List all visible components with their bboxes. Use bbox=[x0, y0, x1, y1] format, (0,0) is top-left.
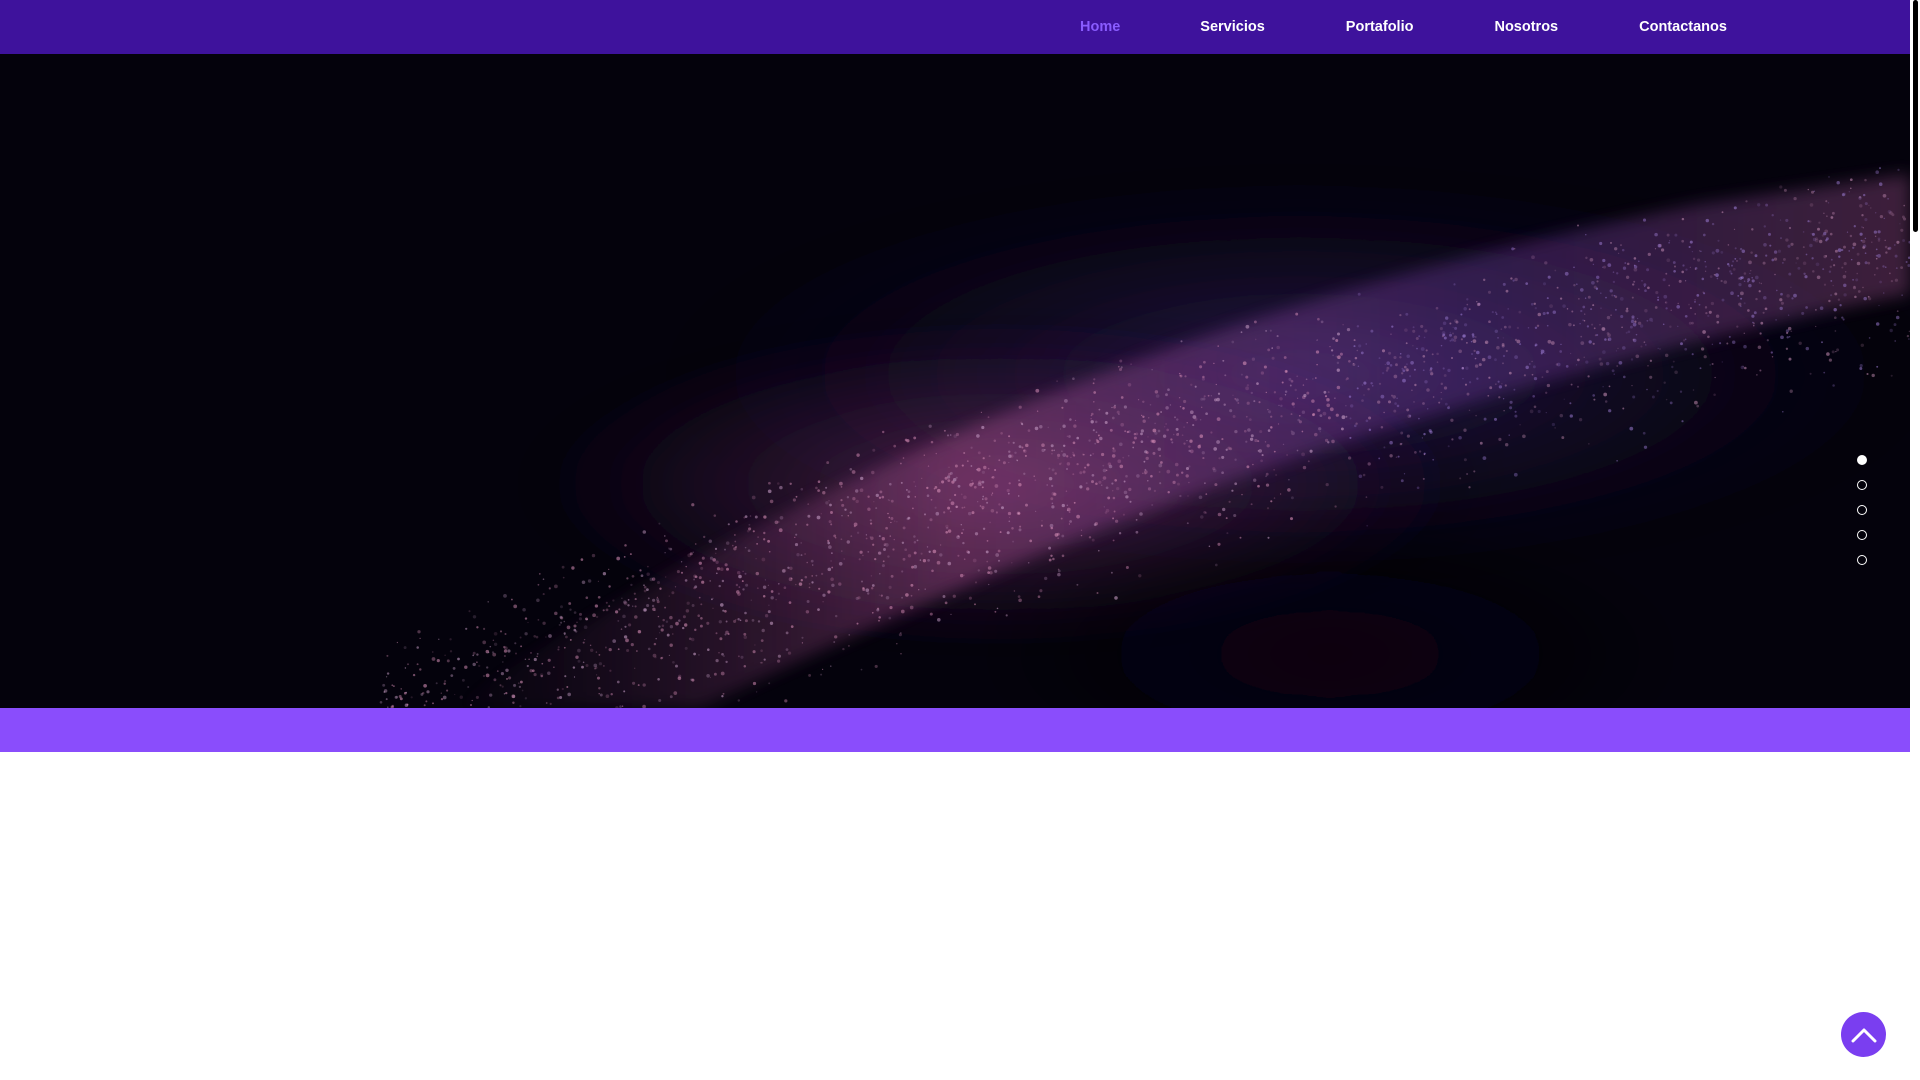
nav-item-contactanos[interactable]: Contactanos bbox=[1639, 0, 1727, 54]
hero-section bbox=[0, 54, 1910, 708]
section-dots-nav bbox=[1856, 455, 1870, 580]
top-navbar: Home Servicios Portafolio Nosotros Conta… bbox=[0, 0, 1910, 54]
section-dot-5[interactable] bbox=[1857, 555, 1867, 565]
nav-item-nosotros[interactable]: Nosotros bbox=[1494, 0, 1558, 54]
nav-item-portafolio[interactable]: Portafolio bbox=[1346, 0, 1414, 54]
content-area bbox=[0, 752, 1910, 1080]
page: Home Servicios Portafolio Nosotros Conta… bbox=[0, 0, 1920, 1080]
section-dot-1[interactable] bbox=[1857, 455, 1867, 465]
nav-item-servicios[interactable]: Servicios bbox=[1200, 0, 1265, 54]
scrollbar-thumb[interactable] bbox=[1913, 0, 1918, 232]
hero-particle-wave-background bbox=[0, 54, 1910, 708]
purple-divider-band bbox=[0, 708, 1910, 752]
nav-item-home[interactable]: Home bbox=[1080, 0, 1120, 54]
vertical-scrollbar[interactable] bbox=[1910, 0, 1920, 1080]
chevron-up-icon bbox=[1851, 1028, 1876, 1042]
section-dot-4[interactable] bbox=[1857, 530, 1867, 540]
section-dot-3[interactable] bbox=[1857, 505, 1867, 515]
section-dot-2[interactable] bbox=[1857, 480, 1867, 490]
main-nav: Home Servicios Portafolio Nosotros Conta… bbox=[1038, 0, 1727, 54]
back-to-top-button[interactable] bbox=[1841, 1012, 1886, 1057]
viewport: Home Servicios Portafolio Nosotros Conta… bbox=[0, 0, 1910, 1080]
